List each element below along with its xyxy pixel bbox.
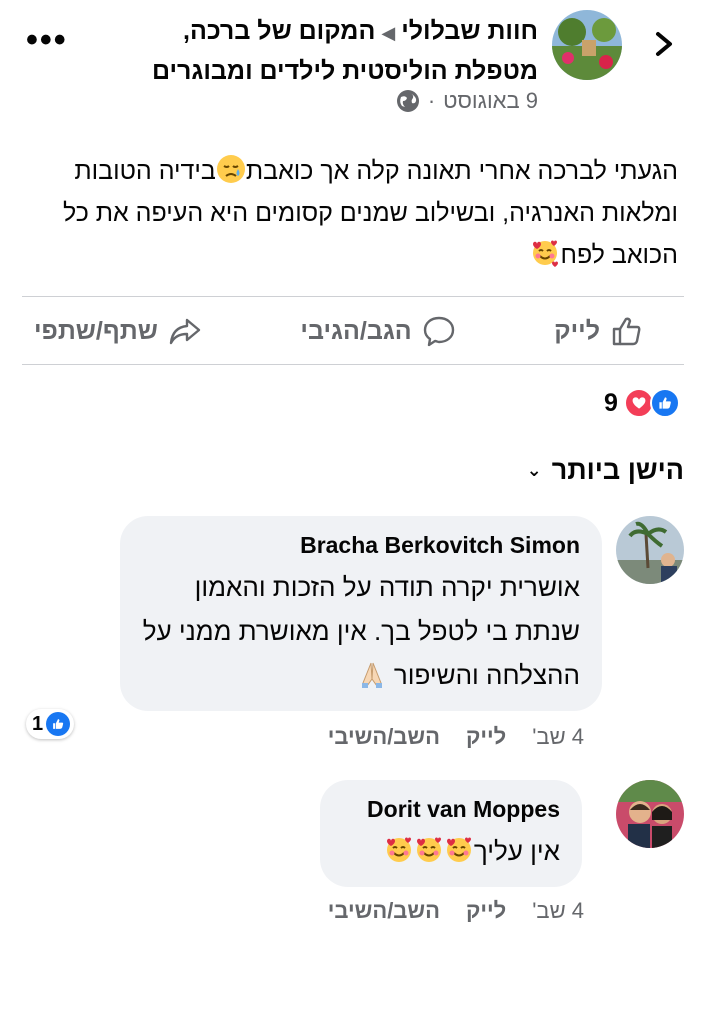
smiling-hearts-emoji-icon: [384, 834, 414, 864]
smiling-hearts-emoji-icon: [444, 834, 474, 864]
reactions-count: 9: [604, 388, 618, 417]
comment-bubble-icon: [423, 316, 454, 347]
post-text: הגעתי לברכה אחרי תאונה קלה אך כואבתבידיה…: [18, 150, 678, 276]
divider: [22, 296, 684, 297]
more-options-button[interactable]: •••: [26, 23, 68, 57]
comment-bubble: Bracha Berkovitch Simon אושרית יקרה תודה…: [120, 516, 602, 711]
comment-time[interactable]: 4 שב': [532, 724, 584, 750]
share-label: שתף/שתפי: [34, 316, 158, 345]
meta-separator: ·: [427, 88, 436, 113]
comment-reactions[interactable]: 1: [26, 709, 75, 739]
comment-text-content: אין עליך: [473, 836, 560, 866]
comment-time[interactable]: 4 שב': [532, 898, 584, 924]
comment-label: הגב/הגיבי: [300, 316, 412, 345]
like-reaction-icon: [46, 712, 71, 736]
back-chevron-icon[interactable]: [646, 26, 682, 62]
sort-label: הישן ביותר: [551, 455, 684, 485]
post-date[interactable]: 9 באוגוסט: [443, 88, 538, 114]
like-reaction-icon: [649, 388, 680, 418]
thumbs-up-icon: [612, 317, 641, 346]
globe-icon: [396, 89, 420, 113]
post-meta: 9 באוגוסט ·: [396, 88, 538, 114]
share-arrow-icon: [169, 318, 201, 345]
comment-meta: 4 שב' לייק השב/השיבי: [328, 898, 584, 924]
smiling-hearts-emoji-icon: [530, 238, 560, 268]
smiling-hearts-emoji-icon: [414, 834, 444, 864]
divider: [22, 364, 684, 365]
commenter-avatar[interactable]: [616, 780, 684, 848]
post-text-part-1: הגעתי לברכה אחרי תאונה קלה אך כואבת: [245, 157, 678, 185]
chevron-down-icon: ⌄: [526, 460, 542, 480]
commenter-avatar[interactable]: [616, 516, 684, 584]
comment-reaction-count: 1: [32, 712, 44, 735]
share-button[interactable]: שתף/שתפי: [34, 314, 202, 348]
like-button[interactable]: לייק: [554, 314, 644, 348]
comment-text: אושרית יקרה תודה על הזכות והאמון שנתת בי…: [142, 565, 580, 697]
comment-author[interactable]: Dorit van Moppes: [342, 796, 560, 823]
post-header: חוות שבלולי◀המקום של ברכה, מטפלת הוליסטי…: [0, 0, 704, 130]
arrow-icon: ◀: [381, 23, 396, 43]
page-avatar[interactable]: [552, 10, 622, 80]
comment-sort-dropdown[interactable]: הישן ביותר ⌄: [527, 455, 684, 486]
page-name-link[interactable]: חוות שבלולי: [401, 17, 538, 45]
comment-like-link[interactable]: לייק: [466, 724, 506, 750]
crying-face-emoji-icon: [216, 154, 246, 184]
folded-hands-emoji-icon: [357, 658, 387, 688]
post-actions: לייק הגב/הגיבי שתף/שתפי: [22, 298, 684, 364]
post-title: חוות שבלולי◀המקום של ברכה, מטפלת הוליסטי…: [118, 12, 538, 90]
comment-bubble: Dorit van Moppes אין עליך: [320, 780, 582, 887]
comment-meta: 4 שב' לייק השב/השיבי: [328, 724, 584, 750]
comment-reply-link[interactable]: השב/השיבי: [328, 724, 440, 750]
comment-text: אין עליך: [342, 829, 560, 873]
comment-author[interactable]: Bracha Berkovitch Simon: [142, 532, 580, 559]
like-label: לייק: [554, 316, 600, 345]
comment-button[interactable]: הגב/הגיבי: [300, 314, 455, 348]
reactions-summary[interactable]: 9: [604, 385, 680, 421]
comment-like-link[interactable]: לייק: [466, 898, 506, 924]
comment-reply-link[interactable]: השב/השיבי: [328, 898, 440, 924]
